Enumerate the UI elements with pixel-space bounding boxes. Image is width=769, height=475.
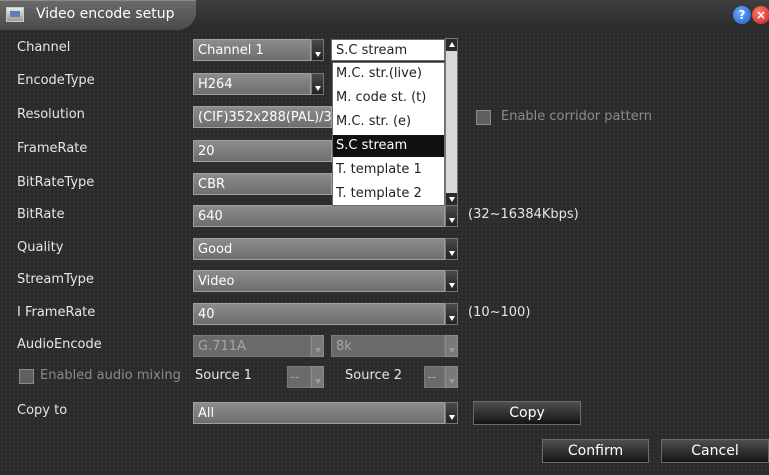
bitrate-range-hint: (32~16384Kbps) bbox=[468, 207, 579, 222]
frame-rate-label: FrameRate bbox=[17, 141, 88, 156]
stream-option[interactable]: M. code st. (t) bbox=[333, 87, 444, 109]
scroll-up-arrow-icon[interactable] bbox=[446, 39, 457, 51]
cancel-button[interactable]: Cancel bbox=[661, 439, 769, 463]
bitrate-type-label: BitRateType bbox=[17, 175, 95, 190]
title-bar: Video encode setup ? × bbox=[0, 0, 769, 30]
encode-type-label: EncodeType bbox=[17, 73, 95, 88]
iframe-rate-label: I FrameRate bbox=[17, 305, 96, 320]
bitrate-label: BitRate bbox=[17, 207, 65, 222]
channel-dropdown-arrow-icon[interactable] bbox=[311, 39, 324, 61]
quality-select[interactable]: Good bbox=[193, 238, 445, 260]
help-icon[interactable]: ? bbox=[733, 6, 751, 24]
bitrate-type-select[interactable]: CBR bbox=[193, 173, 332, 195]
iframe-rate-dropdown-arrow-icon[interactable] bbox=[445, 303, 458, 325]
stream-type-label: StreamType bbox=[17, 272, 94, 287]
video-encode-dialog: Video encode setup ? × Channel Channel 1… bbox=[0, 0, 769, 475]
channel-label: Channel bbox=[17, 40, 71, 55]
quality-label: Quality bbox=[17, 240, 64, 255]
stream-type-dropdown-arrow-icon[interactable] bbox=[445, 270, 458, 292]
corridor-pattern-label: Enable corridor pattern bbox=[501, 109, 653, 124]
audio-encode-dropdown-arrow-icon[interactable] bbox=[311, 335, 324, 357]
source2-dropdown-arrow-icon[interactable] bbox=[445, 366, 458, 388]
confirm-button[interactable]: Confirm bbox=[542, 439, 649, 463]
iframe-rate-select[interactable]: 40 bbox=[193, 303, 445, 325]
stream-option-selected[interactable]: S.C stream bbox=[333, 135, 444, 157]
audio-mixing-checkbox[interactable] bbox=[19, 369, 34, 384]
audio-rate-dropdown-arrow-icon[interactable] bbox=[445, 335, 458, 357]
audio-encode-label: AudioEncode bbox=[17, 337, 102, 352]
resolution-select[interactable]: (CIF)352x288(PAL)/3 bbox=[193, 106, 332, 128]
bitrate-dropdown-arrow-icon[interactable] bbox=[445, 205, 458, 227]
stream-select[interactable]: S.C stream bbox=[331, 39, 445, 61]
resolution-label: Resolution bbox=[17, 107, 85, 122]
source1-dropdown-arrow-icon[interactable] bbox=[311, 366, 324, 388]
source1-label: Source 1 bbox=[195, 368, 253, 383]
stream-dropdown-list: M.C. str.(live) M. code st. (t) M.C. str… bbox=[332, 62, 445, 206]
audio-rate-select[interactable]: 8k bbox=[331, 335, 445, 357]
copy-to-label: Copy to bbox=[17, 403, 68, 418]
stream-option[interactable]: T. template 2 bbox=[333, 183, 444, 205]
encode-type-dropdown-arrow-icon[interactable] bbox=[311, 73, 324, 95]
copy-button[interactable]: Copy bbox=[473, 401, 581, 425]
quality-dropdown-arrow-icon[interactable] bbox=[445, 238, 458, 260]
frame-rate-select[interactable]: 20 bbox=[193, 140, 332, 162]
stream-dropdown-scrollbar[interactable] bbox=[445, 38, 458, 206]
stream-option[interactable]: M.C. str. (e) bbox=[333, 111, 444, 133]
stream-option[interactable]: M.C. str.(live) bbox=[333, 63, 444, 85]
copy-to-select[interactable]: All bbox=[193, 402, 445, 424]
title-tab: Video encode setup bbox=[0, 0, 196, 30]
close-icon[interactable]: × bbox=[752, 6, 769, 24]
source2-label: Source 2 bbox=[345, 368, 403, 383]
copy-to-dropdown-arrow-icon[interactable] bbox=[445, 402, 458, 424]
source2-select[interactable]: -- bbox=[424, 366, 445, 388]
window-title: Video encode setup bbox=[36, 6, 175, 22]
audio-encode-select[interactable]: G.711A bbox=[193, 335, 311, 357]
stream-option[interactable]: T. template 1 bbox=[333, 159, 444, 181]
iframe-rate-range-hint: (10~100) bbox=[468, 305, 531, 320]
corridor-pattern-checkbox[interactable] bbox=[476, 110, 491, 125]
scroll-down-arrow-icon[interactable] bbox=[446, 193, 457, 205]
stream-type-select[interactable]: Video bbox=[193, 270, 445, 292]
audio-mixing-label: Enabled audio mixing bbox=[40, 368, 181, 383]
source1-select[interactable]: -- bbox=[287, 366, 311, 388]
encode-type-select[interactable]: H264 bbox=[193, 73, 311, 95]
channel-select[interactable]: Channel 1 bbox=[193, 39, 311, 61]
window-icon bbox=[6, 7, 24, 22]
bitrate-select[interactable]: 640 bbox=[193, 205, 445, 227]
